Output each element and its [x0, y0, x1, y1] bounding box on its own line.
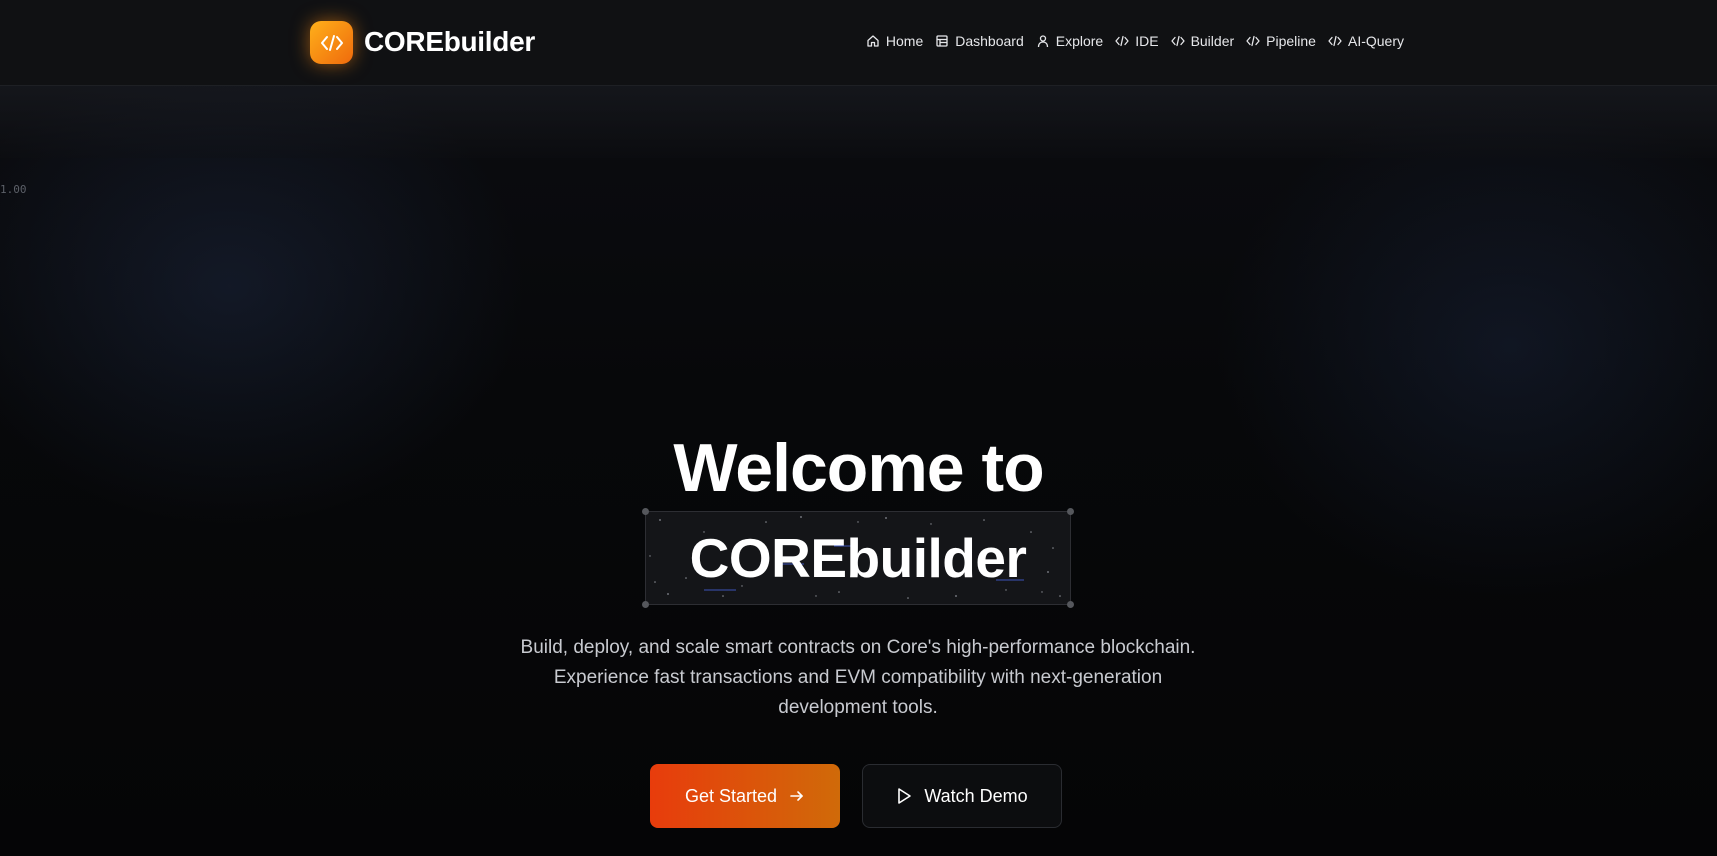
nav-label-ai-query: AI-Query	[1347, 33, 1404, 49]
resize-handle-top-left[interactable]	[642, 508, 649, 515]
hero-title-brand: COREbuilder	[689, 527, 1027, 589]
main-nav: Home Dashboard Explore IDE Builder Pipel…	[866, 29, 1404, 53]
watch-demo-label: Watch Demo	[924, 785, 1028, 806]
resize-handle-bottom-right[interactable]	[1067, 601, 1074, 608]
get-started-label: Get Started	[684, 785, 778, 806]
nav-label-pipeline: Pipeline	[1266, 33, 1316, 49]
nav-item-builder[interactable]: Builder	[1170, 33, 1235, 49]
logo-badge[interactable]	[310, 21, 353, 64]
hero-subtitle-line: Build, deploy, and scale smart contracts…	[520, 637, 1196, 658]
hero-subtitle-line: development tools.	[778, 697, 938, 718]
nav-label-home: Home	[885, 33, 924, 49]
arrow-right-icon	[790, 791, 803, 801]
code-icon	[1246, 35, 1260, 47]
code-icon	[1115, 35, 1129, 47]
nav-item-pipeline[interactable]: Pipeline	[1246, 33, 1316, 49]
dashboard-icon	[936, 35, 948, 47]
user-icon	[1037, 35, 1048, 48]
top-navbar: COREbuilder Home Dashboard Explore IDE B…	[0, 0, 1717, 86]
code-icon	[1170, 35, 1185, 47]
nav-item-dashboard[interactable]: Dashboard	[935, 33, 1024, 49]
nav-label-explore: Explore	[1055, 33, 1104, 49]
hero-title: Welcome to	[673, 430, 1044, 506]
home-icon	[867, 35, 879, 47]
nav-item-home[interactable]: Home	[866, 33, 923, 49]
watch-demo-button[interactable]: Watch Demo	[862, 764, 1062, 828]
resize-handle-bottom-left[interactable]	[642, 601, 649, 608]
play-icon	[898, 788, 912, 804]
nav-label-builder: Builder	[1190, 33, 1235, 49]
hero-title-highlight: COREbuilder	[642, 508, 1074, 608]
corner-readout: 1.00	[0, 183, 27, 196]
resize-handle-top-right[interactable]	[1067, 508, 1074, 515]
code-brackets-icon	[320, 34, 343, 51]
logo-text[interactable]: COREbuilder	[364, 22, 535, 62]
nav-label-dashboard: Dashboard	[955, 33, 1024, 49]
nav-label-ide: IDE	[1135, 33, 1159, 49]
background-band	[0, 86, 1717, 158]
nav-item-ide[interactable]: IDE	[1115, 33, 1159, 49]
nav-item-ai-query[interactable]: AI-Query	[1328, 33, 1404, 49]
nav-item-explore[interactable]: Explore	[1036, 33, 1103, 49]
hero-subtitle-line: Experience fast transactions and EVM com…	[553, 667, 1163, 688]
hero-subtitle: Build, deploy, and scale smart contracts…	[458, 633, 1258, 723]
code-icon	[1328, 35, 1342, 47]
get-started-button[interactable]: Get Started	[650, 764, 840, 828]
